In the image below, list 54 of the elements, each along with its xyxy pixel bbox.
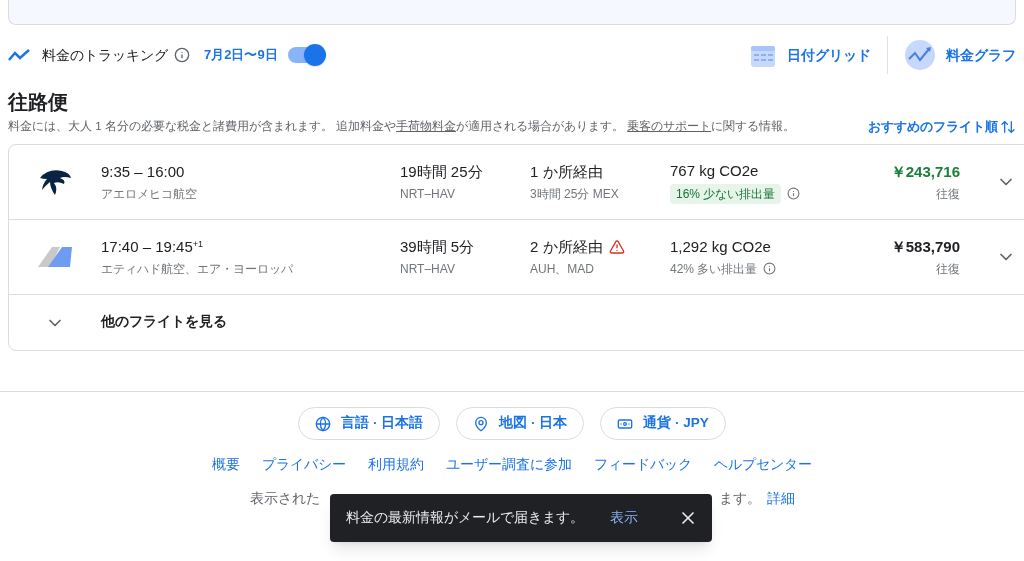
trip-type: 往復	[935, 186, 960, 204]
tracking-toggle[interactable]	[287, 47, 324, 63]
flight-row[interactable]: 9:35 – 16:00 アエロメヒコ航空 19時間 25分 NRT–HAV 1 か所経由 3時間 25分 MEX 767 kg CO2e 16% 少ない排出量 ￥243,716 往復	[9, 145, 1024, 220]
view-button[interactable]: 料金グラフ	[904, 39, 1016, 71]
trip-type: 往復	[935, 261, 960, 279]
route-codes: NRT–HAV	[400, 186, 456, 204]
flight-row[interactable]: 17:40 – 19:45$^{+1}$ エティハド航空、エア・ヨーロッパ 39時間 5分 NRT–HAV 2 か所経由 AUH、MAD 1,292 kg CO2e 42% 多い排出量 ￥583,790 往復	[9, 220, 1024, 295]
layover-info: 3時間 25分 MEX	[530, 186, 620, 204]
globe-icon	[315, 415, 332, 432]
emissions-label: 42% 多い排出量	[670, 260, 758, 278]
section-title: 往路便	[8, 90, 69, 115]
trend-line-icon	[8, 49, 30, 61]
airline-name: エティハド航空、エア・ヨーロッパ	[101, 261, 294, 279]
tail-fin-logo-icon	[38, 247, 72, 267]
info-icon[interactable]	[763, 262, 777, 276]
view-button[interactable]: 日付グリッド	[749, 41, 871, 69]
info-icon[interactable]	[174, 47, 190, 63]
footer-link[interactable]: 概要	[212, 455, 240, 476]
co2-amount: 767 kg CO2e	[670, 161, 760, 182]
disclaimer-text: ます。	[719, 490, 761, 509]
sort-icon	[1000, 119, 1016, 135]
disclaimer-text: 表示された	[250, 490, 320, 509]
note-link[interactable]: 乗客のサポート	[627, 120, 712, 133]
co2-amount: 1,292 kg CO2e	[670, 237, 772, 258]
flight-duration: 39時間 5分	[400, 236, 476, 257]
tracking-label: 料金のトラッキング	[42, 45, 168, 65]
sort-button[interactable]: おすすめのフライト順	[868, 117, 1016, 137]
layover-info: AUH、MAD	[530, 261, 595, 279]
info-icon[interactable]	[787, 187, 801, 201]
details-link[interactable]: 詳細	[767, 489, 795, 510]
line-graph-icon	[904, 39, 936, 71]
footer-link[interactable]: ユーザー調査に参加	[446, 455, 572, 476]
flight-duration: 19時間 25分	[400, 161, 484, 182]
footer-link[interactable]: プライバシー	[262, 455, 346, 476]
footer-link[interactable]: フィードバック	[594, 455, 692, 476]
more-flights-button[interactable]: 他のフライトを見る	[9, 295, 1024, 350]
toast-action[interactable]: 表示	[610, 507, 638, 529]
eagle-logo-icon	[38, 168, 72, 196]
airline-name: アエロメヒコ航空	[101, 186, 198, 204]
price: ￥583,790	[889, 236, 960, 257]
stops-count: 2 か所経由	[530, 236, 603, 257]
stops-count: 1 か所経由	[530, 161, 603, 182]
note-link[interactable]: 手荷物料金	[396, 120, 456, 133]
footer-link[interactable]: 利用規約	[368, 455, 424, 476]
tracking-dates: 7月2日〜9日	[204, 46, 278, 65]
price: ￥243,716	[889, 161, 960, 182]
toast-message: 料金の最新情報がメールで届きます。	[346, 508, 584, 527]
flight-times: 17:40 – 19:45$^{+1}$	[101, 236, 205, 257]
route-codes: NRT–HAV	[400, 261, 456, 279]
fare-note: 料金には、大人 1 名分の必要な税金と諸費用が含まれます。 追加料金や手荷物料金が適用される場合があります。 乗客のサポート に関する情報。	[8, 119, 796, 135]
emissions-badge: 16% 少ない排出量	[670, 183, 782, 204]
map-pin-icon	[473, 415, 490, 432]
flight-times: 9:35 – 16:00	[101, 161, 186, 182]
footer-link[interactable]: ヘルプセンター	[714, 455, 812, 476]
